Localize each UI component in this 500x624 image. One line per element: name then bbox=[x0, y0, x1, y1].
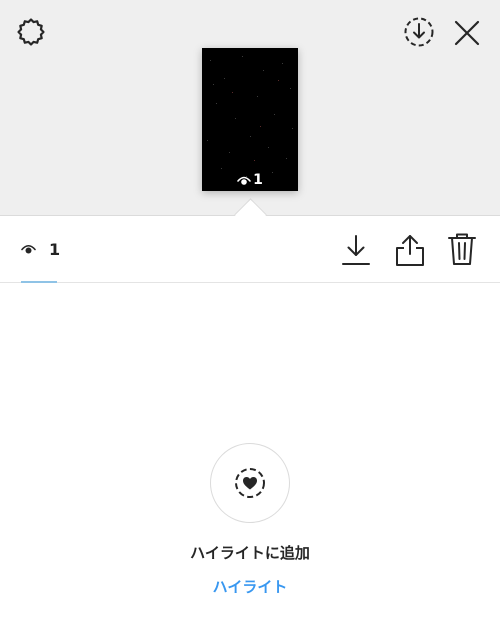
views-tab[interactable]: 1 bbox=[21, 217, 61, 283]
view-count: 1 bbox=[49, 240, 61, 259]
close-icon[interactable] bbox=[453, 19, 481, 47]
active-tab-indicator bbox=[21, 281, 57, 283]
eye-icon bbox=[21, 244, 36, 254]
trash-icon[interactable] bbox=[446, 231, 478, 267]
story-image bbox=[207, 56, 293, 177]
add-highlight-button[interactable] bbox=[210, 443, 290, 523]
eye-icon bbox=[237, 176, 251, 185]
download-icon[interactable] bbox=[341, 233, 371, 267]
settings-gear-icon[interactable] bbox=[14, 15, 48, 49]
highlight-heart-icon bbox=[235, 468, 265, 498]
thumbnail-view-count-value: 1 bbox=[253, 172, 263, 188]
story-thumbnail[interactable]: 1 bbox=[202, 48, 298, 191]
download-circle-icon[interactable] bbox=[403, 16, 435, 48]
stats-bar: 1 bbox=[0, 217, 500, 283]
add-highlight-label: ハイライトに追加 bbox=[190, 544, 310, 562]
highlight-link[interactable]: ハイライト bbox=[0, 576, 500, 597]
share-icon[interactable] bbox=[394, 232, 426, 268]
thumbnail-view-count: 1 bbox=[202, 172, 298, 188]
